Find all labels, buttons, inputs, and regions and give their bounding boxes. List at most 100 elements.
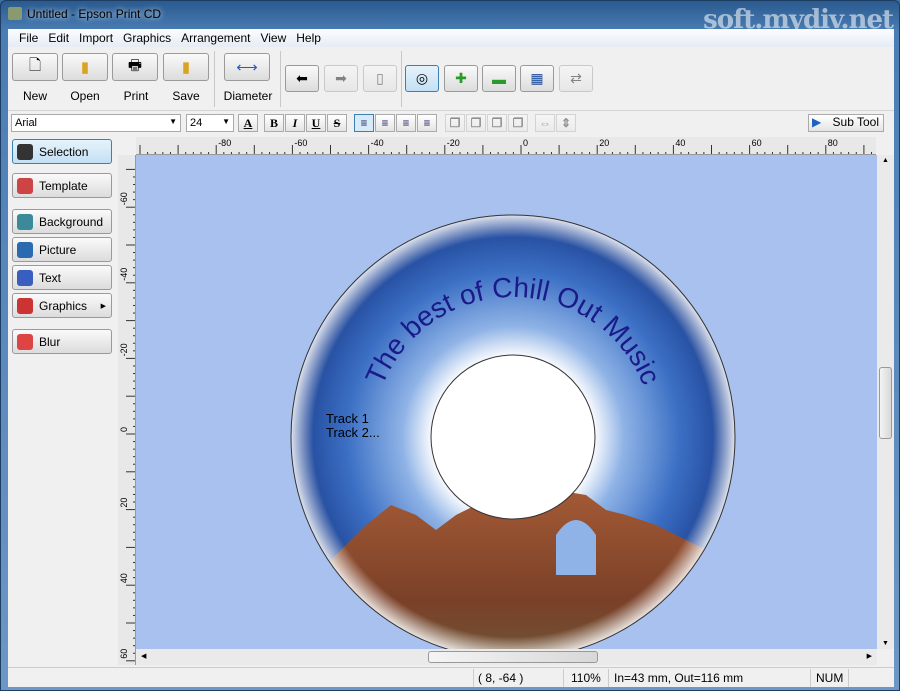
- menu-arrangement[interactable]: Arrangement: [176, 29, 255, 47]
- sidebar-label: Blur: [39, 334, 61, 349]
- send-backward-button[interactable]: ❐: [487, 114, 507, 132]
- menu-edit[interactable]: Edit: [43, 29, 74, 47]
- sidebar-template-button[interactable]: Template: [12, 173, 112, 198]
- design-canvas[interactable]: The best of Chill Out Music Track 1 Trac…: [136, 155, 877, 649]
- format-toolbar: Arial ▼ 24 ▼ A B I U S ≡ ≡ ≡ ≡ ❐ ❐ ❐ ❐ ⇔ ⇕…: [8, 112, 894, 134]
- flip-horizontal-button[interactable]: ⇔: [535, 114, 555, 132]
- sidebar-blur-button[interactable]: Blur: [12, 329, 112, 354]
- menu-bar: File Edit Import Graphics Arrangement Vi…: [8, 29, 894, 47]
- status-bar: ( 8, -64 ) 110% In=43 mm, Out=116 mm NUM: [8, 667, 894, 687]
- italic-button[interactable]: I: [285, 114, 305, 132]
- cursor-coords: ( 8, -64 ): [478, 671, 524, 685]
- sidebar-background-button[interactable]: Background: [12, 209, 112, 234]
- align-right-button[interactable]: ≡: [396, 114, 416, 132]
- sidebar-graphics-button[interactable]: Graphics ▶: [12, 293, 112, 318]
- ruler-label: -40: [119, 268, 129, 281]
- ruler-label: 80: [828, 138, 838, 148]
- align-center-button[interactable]: ≡: [375, 114, 395, 132]
- text-icon: [17, 269, 33, 286]
- redo-button[interactable]: ➡: [324, 65, 358, 92]
- bring-forward-button[interactable]: ❐: [466, 114, 486, 132]
- zoom-out-icon: ▬: [492, 70, 506, 87]
- tool-sidebar: Selection Template Background Picture Text Gr…: [8, 137, 118, 665]
- ruler-label: -20: [119, 343, 129, 356]
- ruler-label: 20: [119, 498, 129, 508]
- ruler-label: 0: [523, 138, 528, 148]
- sidebar-picture-button[interactable]: Picture: [12, 237, 112, 262]
- app-icon: [8, 7, 22, 20]
- fit-disc-button[interactable]: ◎: [405, 65, 439, 92]
- sidebar-label: Picture: [39, 242, 77, 257]
- sidebar-label: Background: [39, 214, 104, 229]
- font-select[interactable]: Arial ▼: [11, 114, 181, 132]
- selection-icon: [17, 143, 33, 160]
- blur-icon: [17, 333, 33, 350]
- save-button[interactable]: ▮: [163, 53, 209, 81]
- zoom-level: 110%: [571, 671, 601, 685]
- bold-button[interactable]: B: [264, 114, 284, 132]
- underline-button[interactable]: U: [306, 114, 326, 132]
- window-title: Untitled - Epson Print CD: [27, 7, 162, 21]
- cd-label[interactable]: The best of Chill Out Music Track 1 Trac…: [136, 155, 877, 649]
- ruler-label: -80: [218, 138, 231, 148]
- swap-button[interactable]: ⇄: [559, 65, 593, 92]
- vertical-scroll-thumb[interactable]: [879, 367, 892, 439]
- zoom-out-button[interactable]: ▬: [482, 65, 516, 92]
- zoom-in-button[interactable]: ✚: [444, 65, 478, 92]
- redo-icon: ➡: [335, 70, 347, 86]
- zoom-in-icon: ✚: [455, 70, 467, 86]
- printer-icon: 🖶: [127, 56, 143, 74]
- app-window: Untitled - Epson Print CD soft.mydiv.net…: [0, 0, 900, 691]
- sidebar-selection-button[interactable]: Selection: [12, 139, 112, 164]
- justify-button[interactable]: ≡: [417, 114, 437, 132]
- align-left-button[interactable]: ≡: [354, 114, 374, 132]
- bring-front-button[interactable]: ❐: [445, 114, 465, 132]
- menu-view[interactable]: View: [255, 29, 291, 47]
- horizontal-ruler: -80 -60 -40 -20 0 20 40 60 80: [136, 137, 876, 155]
- disc-hole: [430, 354, 596, 520]
- text-color-button[interactable]: A: [238, 114, 258, 132]
- horizontal-scroll-thumb[interactable]: [428, 651, 598, 663]
- sidebar-label: Template: [39, 178, 88, 193]
- new-button[interactable]: 🗋: [12, 53, 58, 81]
- ruler-label: 60: [752, 138, 762, 148]
- sub-tool-icon: ▶: [812, 115, 822, 129]
- grid-button[interactable]: ▦: [520, 65, 554, 92]
- ruler-label: -60: [294, 138, 307, 148]
- disc-diameter: In=43 mm, Out=116 mm: [614, 671, 744, 685]
- ruler-label: -60: [119, 192, 129, 205]
- flip-vertical-button[interactable]: ⇕: [556, 114, 576, 132]
- vertical-scrollbar[interactable]: ▲ ▼: [877, 155, 894, 649]
- print-button[interactable]: 🖶: [112, 53, 158, 81]
- font-size-select[interactable]: 24 ▼: [186, 114, 234, 132]
- num-lock-indicator: NUM: [816, 671, 844, 685]
- delete-button[interactable]: ▯: [363, 65, 397, 92]
- swap-icon: ⇄: [570, 70, 582, 86]
- sub-tool-button[interactable]: ▶ Sub Tool: [808, 114, 884, 132]
- strike-button[interactable]: S: [327, 114, 347, 132]
- undo-icon: ⬅: [296, 70, 308, 86]
- sidebar-text-button[interactable]: Text: [12, 265, 112, 290]
- diameter-button[interactable]: ⟷: [224, 53, 270, 81]
- menu-help[interactable]: Help: [291, 29, 326, 47]
- horizontal-scrollbar[interactable]: ◀ ▶: [136, 649, 877, 665]
- track-2-text[interactable]: Track 2...: [326, 425, 380, 440]
- open-button[interactable]: ▮: [62, 53, 108, 81]
- trash-icon: ▯: [376, 70, 384, 86]
- menu-file[interactable]: File: [14, 29, 43, 47]
- grid-icon: ▦: [530, 70, 544, 86]
- submenu-arrow-icon: ▶: [100, 302, 106, 310]
- ruler-label: 40: [119, 573, 129, 583]
- new-file-icon: 🗋: [28, 56, 42, 74]
- menu-import[interactable]: Import: [74, 29, 118, 47]
- ruler-label: 40: [675, 138, 685, 148]
- track-1-text[interactable]: Track 1: [326, 411, 369, 426]
- picture-icon: [17, 241, 33, 258]
- undo-button[interactable]: ⬅: [285, 65, 319, 92]
- menu-graphics[interactable]: Graphics: [118, 29, 176, 47]
- sidebar-label: Selection: [39, 144, 89, 159]
- main-toolbar: 🗋 New ▮ Open 🖶 Print ▮ Save ⟷ Diameter ⬅…: [8, 47, 894, 111]
- send-back-button[interactable]: ❐: [508, 114, 528, 132]
- ruler-label: -20: [447, 138, 460, 148]
- ruler-label: 0: [119, 427, 129, 432]
